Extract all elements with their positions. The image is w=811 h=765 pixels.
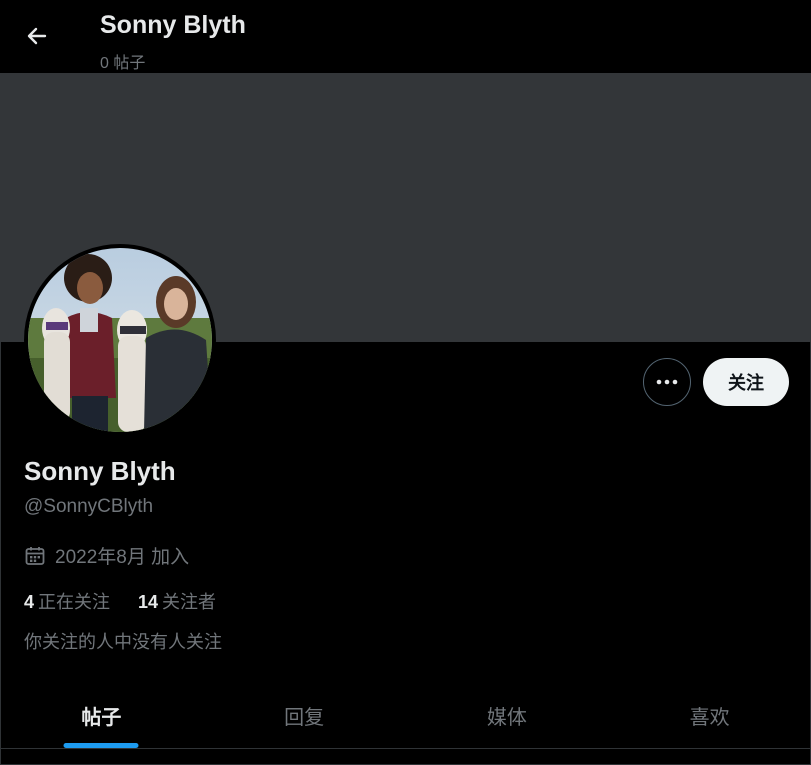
following-label: 正在关注 <box>38 592 111 612</box>
mutual-followers-note: 你关注的人中没有人关注 <box>24 632 222 652</box>
avatar-photo <box>28 248 212 432</box>
follow-button[interactable]: 关注 <box>703 358 789 406</box>
back-button[interactable] <box>18 17 56 55</box>
calendar-icon <box>25 546 45 565</box>
display-name: Sonny Blyth <box>24 456 176 486</box>
tab-label: 帖子 <box>81 706 122 729</box>
profile-tabs: 帖子 回复 媒体 喜欢 <box>0 682 811 749</box>
arrow-left-icon <box>27 27 47 45</box>
followers-label: 关注者 <box>162 592 217 612</box>
join-date-text: 2022年8月 加入 <box>55 547 190 568</box>
more-horizontal-icon <box>656 379 678 385</box>
tab-likes[interactable]: 喜欢 <box>608 682 811 748</box>
profile-header: Sonny Blyth 0 帖子 <box>0 0 811 73</box>
follow-stats: 4 正在关注 14 关注者 <box>24 588 216 614</box>
header-title: Sonny Blyth <box>100 11 246 39</box>
tab-label: 回复 <box>284 706 325 729</box>
avatar[interactable] <box>24 244 216 436</box>
tab-label: 喜欢 <box>689 706 730 729</box>
active-tab-indicator <box>63 743 139 748</box>
followers-link[interactable]: 14 关注者 <box>138 588 216 614</box>
followers-count: 14 <box>138 592 159 612</box>
more-options-button[interactable] <box>643 358 691 406</box>
tab-label: 媒体 <box>486 706 527 729</box>
following-link[interactable]: 4 正在关注 <box>24 588 110 614</box>
tab-replies[interactable]: 回复 <box>203 682 406 748</box>
join-date: 2022年8月 加入 <box>24 542 189 569</box>
post-count: 0 帖子 <box>100 55 146 72</box>
tab-media[interactable]: 媒体 <box>406 682 609 748</box>
following-count: 4 <box>24 592 35 612</box>
user-handle: @SonnyCBlyth <box>24 496 154 517</box>
tab-posts[interactable]: 帖子 <box>0 682 203 748</box>
